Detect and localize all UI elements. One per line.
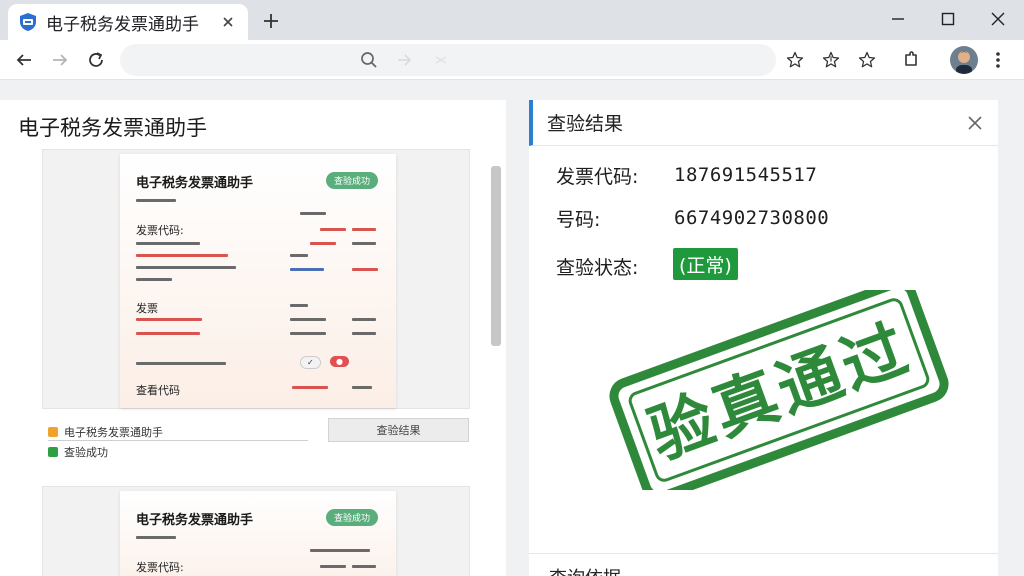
meta-row-source: 电子税务发票通助手 xyxy=(48,424,163,440)
close-icon[interactable] xyxy=(964,112,986,134)
scrollbar-thumb[interactable] xyxy=(491,166,501,346)
tab-bar: 电子税务发票通助手 xyxy=(0,0,1024,40)
text-line xyxy=(320,228,346,231)
tab-title: 电子税务发票通助手 xyxy=(46,14,199,35)
text-line xyxy=(352,228,376,231)
invoice-code-label: 发票代码: xyxy=(556,166,639,188)
faded-mic-icon xyxy=(435,56,447,64)
maximize-icon[interactable] xyxy=(928,6,968,32)
text-line xyxy=(290,332,326,335)
shield-app-icon xyxy=(20,13,36,31)
faded-arrow-icon xyxy=(398,54,412,66)
text-line xyxy=(352,332,376,335)
text-line xyxy=(310,242,336,245)
invoice-status-badge: 查验成功 xyxy=(325,509,378,526)
meta-source-text: 电子税务发票通助手 xyxy=(64,426,163,439)
menu-dots-icon[interactable] xyxy=(984,46,1012,74)
divider xyxy=(48,440,308,441)
text-line xyxy=(290,268,324,271)
text-line xyxy=(352,386,372,389)
status-badge: (正常) xyxy=(673,248,738,280)
text-line xyxy=(290,304,308,307)
text-line xyxy=(136,332,200,335)
invoice-title: 电子税务发票通助手 xyxy=(136,176,254,191)
text-line xyxy=(352,318,376,321)
footer-partial-text: 查询依据 xyxy=(549,564,621,576)
profile-avatar[interactable] xyxy=(950,46,978,74)
window-close-icon[interactable] xyxy=(978,6,1018,32)
result-title: 查验结果 xyxy=(547,113,624,135)
invoice-document: 电子税务发票通助手 查验成功 发票代码: 发票 ✓ ● 查看代码 xyxy=(120,154,396,408)
invoice-number-label: 号码: xyxy=(556,209,601,231)
invoice-thumbnail[interactable]: 电子税务发票通助手 查验成功 发票代码: xyxy=(42,486,470,576)
text-line xyxy=(292,386,328,389)
text-line xyxy=(290,254,308,257)
invoice-code-value: 187691545517 xyxy=(674,164,818,186)
browser-toolbar xyxy=(0,40,1024,80)
invoice-status-badge: 查验成功 xyxy=(325,172,378,189)
result-header: 查验结果 xyxy=(529,100,998,146)
text-line xyxy=(136,362,226,365)
invoice-seller-label: 查看代码 xyxy=(136,384,180,397)
verify-status-label: 查验状态: xyxy=(556,257,639,279)
text-line xyxy=(136,199,176,202)
active-tab[interactable]: 电子税务发票通助手 xyxy=(8,4,248,40)
favorites-star-icon[interactable] xyxy=(853,46,881,74)
text-line xyxy=(136,242,200,245)
extensions-puzzle-icon[interactable] xyxy=(897,46,925,74)
forward-arrow-icon[interactable] xyxy=(46,46,74,74)
back-arrow-icon[interactable] xyxy=(10,46,38,74)
invoice-mini-button: ● xyxy=(330,356,349,367)
text-line xyxy=(290,318,326,321)
tab-close-icon[interactable] xyxy=(218,12,238,32)
invoice-number-value: 6674902730800 xyxy=(674,207,830,229)
text-line xyxy=(136,536,176,539)
panel-title: 电子税务发票通助手 xyxy=(18,116,207,140)
left-scrollbar[interactable] xyxy=(489,148,503,572)
invoice-code-label: 发票代码: xyxy=(136,561,184,574)
text-line xyxy=(320,565,346,568)
text-line xyxy=(300,212,326,215)
check-icon xyxy=(48,447,58,457)
invoice-mini-button: ✓ xyxy=(300,356,321,369)
invoice-title: 电子税务发票通助手 xyxy=(136,513,254,528)
verified-stamp: 验真通过 xyxy=(609,290,949,490)
invoice-code-label: 发票代码: xyxy=(136,224,184,237)
search-icon xyxy=(361,52,377,68)
divider xyxy=(529,553,998,554)
text-line xyxy=(310,549,370,552)
reload-icon[interactable] xyxy=(82,46,110,74)
invoice-preview-panel: 电子税务发票通助手 电子税务发票通助手 查验成功 发票代码: 发票 ✓ ● 查看… xyxy=(0,100,506,576)
text-line xyxy=(136,266,236,269)
meta-status-text: 查验成功 xyxy=(64,446,108,459)
bookmark-star-icon[interactable] xyxy=(781,46,809,74)
minimize-icon[interactable] xyxy=(878,6,918,32)
invoice-tax-label: 发票 xyxy=(136,302,158,315)
text-line xyxy=(352,268,378,271)
text-line xyxy=(136,318,202,321)
invoice-thumbnail[interactable]: 电子税务发票通助手 查验成功 发票代码: 发票 ✓ ● 查看代码 xyxy=(42,149,470,409)
meta-row-status: 查验成功 xyxy=(48,444,108,460)
new-tab-icon[interactable] xyxy=(258,8,284,34)
text-line xyxy=(352,242,376,245)
orange-doc-icon xyxy=(48,427,58,437)
text-line xyxy=(136,278,172,281)
result-panel: 查验结果 发票代码: 187691545517 号码: 667490273080… xyxy=(529,100,998,576)
verify-result-button[interactable]: 查验结果 xyxy=(328,418,469,442)
address-bar[interactable] xyxy=(120,44,776,76)
text-line xyxy=(136,254,228,257)
text-line xyxy=(352,565,376,568)
invoice-document: 电子税务发票通助手 查验成功 发票代码: xyxy=(120,491,396,576)
extension-star-icon[interactable] xyxy=(817,46,845,74)
